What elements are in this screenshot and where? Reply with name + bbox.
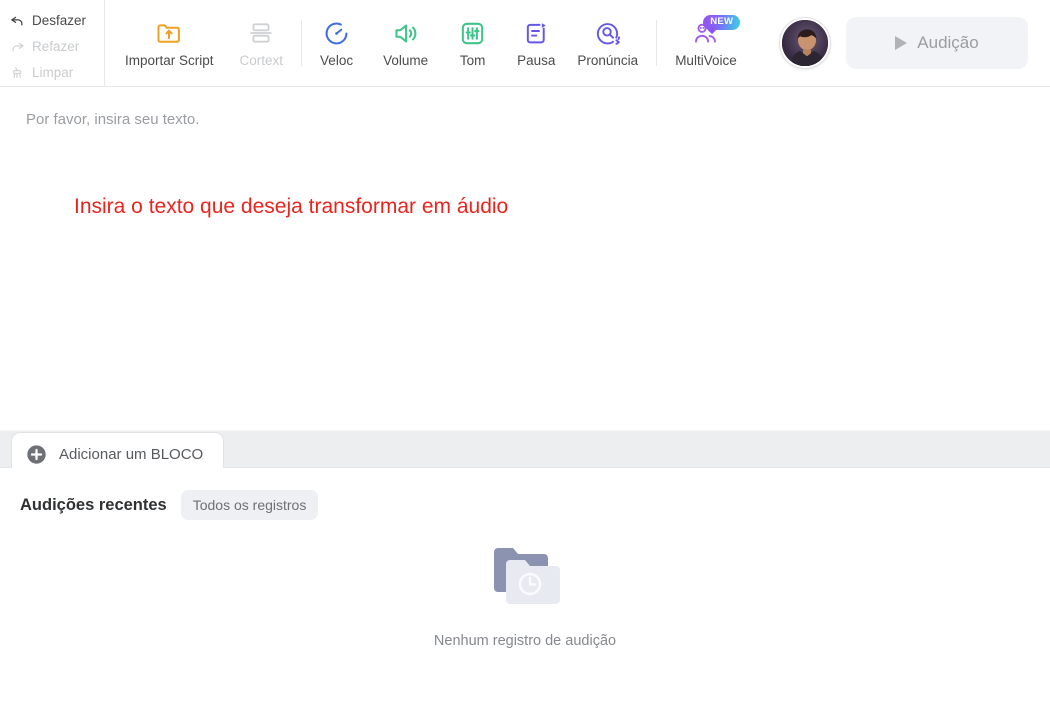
new-badge: NEW	[703, 15, 741, 30]
annotation-text: Insira o texto que deseja transformar em…	[74, 195, 509, 218]
undo-arrow-icon	[10, 13, 25, 28]
folder-upload-icon	[154, 18, 184, 48]
import-script-label: Importar Script	[125, 53, 214, 68]
volume-label: Volume	[383, 53, 429, 68]
toolbar-divider-2	[656, 20, 658, 66]
play-audition-label: Audição	[917, 33, 979, 52]
volume-button[interactable]: Volume	[381, 18, 430, 68]
user-avatar[interactable]	[780, 18, 830, 68]
pronunciation-button[interactable]: Pronúncia	[575, 18, 640, 68]
history-actions: Desfazer Refazer Limpar	[0, 0, 105, 86]
pause-insert-icon	[522, 18, 550, 48]
pause-button[interactable]: Pausa	[515, 18, 557, 68]
redo-arrow-icon	[10, 39, 25, 54]
play-audition-button[interactable]: Audição	[846, 17, 1028, 69]
folder-clock-icon	[480, 538, 570, 619]
tone-label: Tom	[459, 53, 486, 68]
empty-state-text: Nenhum registro de audição	[433, 633, 617, 649]
equalizer-icon	[458, 18, 487, 48]
play-triangle-icon	[895, 36, 908, 50]
multivoice-button[interactable]: NEW MultiVoice	[673, 15, 741, 68]
cortext-label: Cortext	[239, 53, 284, 68]
cortext-button[interactable]: Cortext	[238, 18, 286, 68]
pronunciation-icon	[593, 18, 622, 48]
pronunciation-label: Pronúncia	[577, 53, 639, 68]
multivoice-label: MultiVoice	[675, 53, 737, 68]
tone-button[interactable]: Tom	[456, 18, 489, 68]
undo-label: Desfazer	[32, 12, 87, 28]
speed-button[interactable]: Veloc	[318, 18, 355, 68]
split-text-icon	[247, 18, 275, 48]
recent-auditions-section: Audições recentes Todos os registros Nen…	[0, 468, 1050, 726]
toolbar-divider-1	[301, 20, 303, 66]
redo-button[interactable]: Refazer	[10, 34, 104, 58]
redo-label: Refazer	[32, 38, 80, 54]
clear-button[interactable]: Limpar	[10, 60, 104, 84]
empty-state: Nenhum registro de audição	[0, 538, 1050, 649]
pause-label: Pausa	[517, 53, 556, 68]
recent-header: Audições recentes Todos os registros	[20, 490, 1050, 520]
app-header: Desfazer Refazer Limpar Importar Script …	[0, 0, 1050, 87]
recent-auditions-title: Audições recentes	[20, 495, 167, 514]
speed-label: Veloc	[320, 53, 354, 68]
text-editor-area[interactable]: Por favor, insira seu texto. Insira o te…	[0, 87, 1050, 477]
undo-button[interactable]: Desfazer	[10, 8, 104, 32]
editor-placeholder: Por favor, insira seu texto.	[26, 111, 200, 128]
broom-icon	[10, 65, 25, 80]
import-script-button[interactable]: Importar Script	[123, 18, 216, 68]
main-toolbar: Importar Script Cortext Veloc Volume Tom…	[105, 0, 1050, 86]
speaker-icon	[391, 18, 420, 48]
add-block-label: Adicionar um BLOCO	[59, 446, 204, 463]
all-records-chip[interactable]: Todos os registros	[180, 490, 319, 520]
clear-label: Limpar	[32, 64, 74, 80]
plus-circle-icon	[26, 444, 47, 465]
speed-gauge-icon	[322, 18, 351, 48]
